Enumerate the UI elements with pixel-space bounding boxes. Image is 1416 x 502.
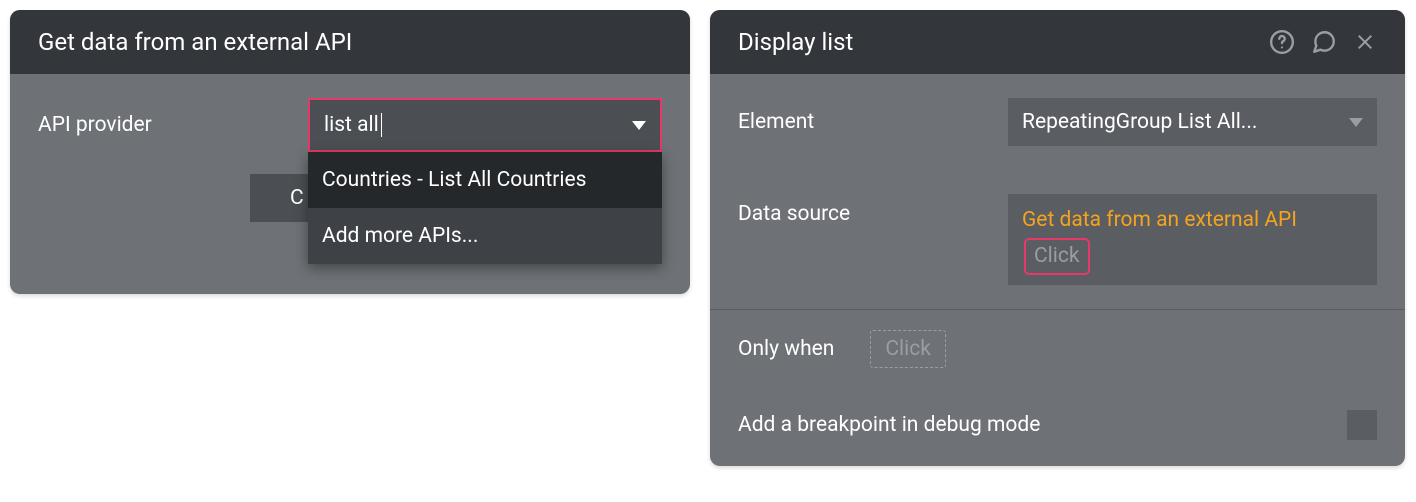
element-select[interactable]: RepeatingGroup List All... bbox=[1008, 98, 1377, 146]
only-when-click[interactable]: Click bbox=[870, 330, 946, 368]
display-list-panel: Display list Element bbox=[710, 10, 1405, 466]
panel-body-left: C API provider list all Countries - List… bbox=[10, 74, 690, 294]
data-source-row: Data source Get data from an external AP… bbox=[710, 170, 1405, 309]
data-source-label: Data source bbox=[738, 194, 1008, 226]
api-provider-select[interactable]: list all bbox=[308, 98, 662, 152]
data-source-value[interactable]: Get data from an external API Click bbox=[1008, 194, 1377, 285]
header-icons bbox=[1269, 29, 1377, 55]
element-wrapper: RepeatingGroup List All... bbox=[1008, 98, 1377, 146]
element-label: Element bbox=[738, 110, 1008, 134]
click-pill[interactable]: Click bbox=[1024, 238, 1090, 276]
chevron-down-icon bbox=[1349, 118, 1363, 127]
api-provider-wrapper: list all Countries - List All Countries … bbox=[308, 98, 662, 152]
breakpoint-checkbox[interactable] bbox=[1347, 410, 1377, 440]
api-provider-label: API provider bbox=[38, 113, 308, 137]
dropdown-option-countries[interactable]: Countries - List All Countries bbox=[308, 152, 662, 208]
chevron-down-icon bbox=[632, 121, 646, 130]
breakpoint-row: Add a breakpoint in debug mode bbox=[710, 388, 1405, 466]
element-row: Element RepeatingGroup List All... bbox=[710, 74, 1405, 170]
panel-header-right: Display list bbox=[710, 10, 1405, 74]
api-provider-row: API provider list all Countries - List A… bbox=[10, 74, 690, 176]
comment-icon[interactable] bbox=[1311, 29, 1337, 55]
help-icon[interactable] bbox=[1269, 29, 1295, 55]
panel-title-right: Display list bbox=[738, 28, 853, 56]
dropdown-option-add-more[interactable]: Add more APIs... bbox=[308, 208, 662, 264]
data-source-expression: Get data from an external API bbox=[1022, 208, 1297, 232]
breakpoint-label: Add a breakpoint in debug mode bbox=[738, 413, 1040, 437]
api-provider-value: list all bbox=[324, 113, 382, 137]
only-when-row: Only when Click bbox=[710, 309, 1405, 388]
panel-body-right: Element RepeatingGroup List All... Data … bbox=[710, 74, 1405, 466]
panel-header-left: Get data from an external API bbox=[10, 10, 690, 74]
panel-title-left: Get data from an external API bbox=[38, 28, 352, 56]
element-value: RepeatingGroup List All... bbox=[1022, 110, 1257, 134]
only-when-label: Only when bbox=[738, 337, 834, 361]
close-icon[interactable] bbox=[1353, 30, 1377, 54]
api-provider-dropdown: Countries - List All Countries Add more … bbox=[308, 152, 662, 264]
external-api-panel: Get data from an external API C API prov… bbox=[10, 10, 690, 294]
